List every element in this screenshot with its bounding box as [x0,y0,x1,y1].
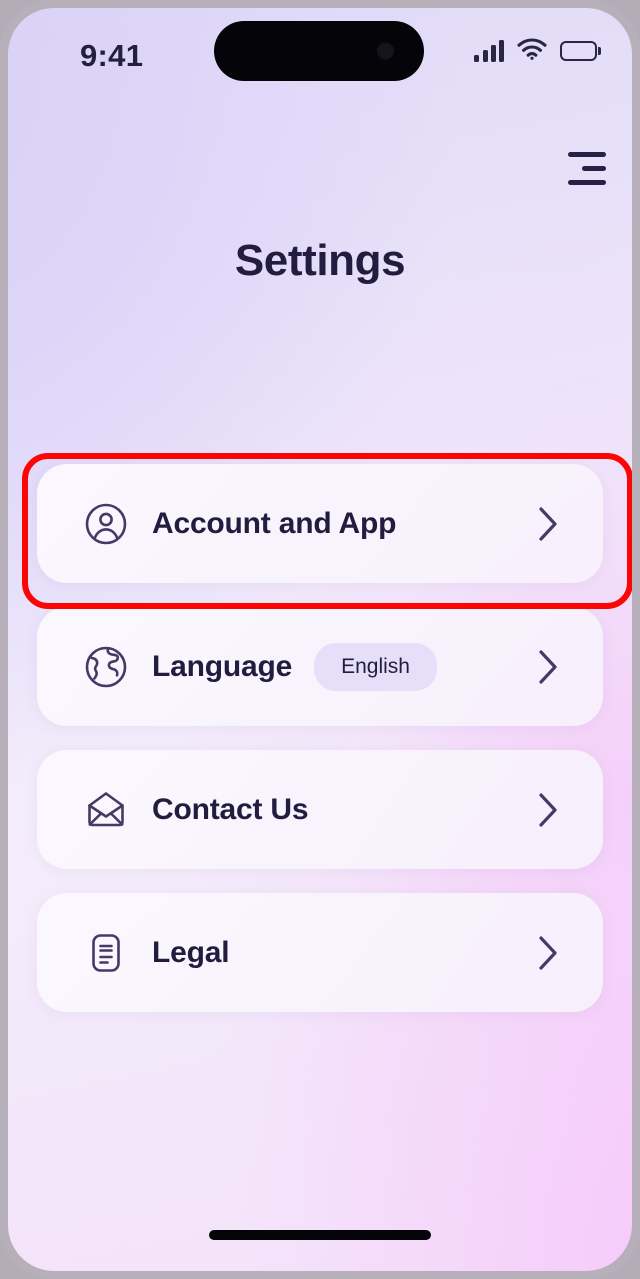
front-camera-icon [377,42,394,60]
settings-item-account-and-app[interactable]: Account and App [37,464,603,583]
chevron-right-icon[interactable] [535,504,561,544]
user-circle-icon [83,501,129,547]
hamburger-menu-icon[interactable] [558,146,606,190]
phone-frame: 9:41 Settings Account and App Language E… [0,0,640,1279]
document-lines-icon [83,930,129,976]
chevron-right-icon[interactable] [535,647,561,687]
phone-screen: 9:41 Settings Account and App Language E… [8,8,632,1271]
settings-item-label: Account and App [152,506,397,540]
settings-item-language[interactable]: Language English [37,607,603,726]
settings-item-label: Language [152,649,293,683]
settings-item-contact-us[interactable]: Contact Us [37,750,603,869]
status-bar-time: 9:41 [80,38,144,73]
status-bar: 9:41 [8,8,632,94]
globe-icon [83,644,129,690]
wifi-icon [517,37,547,65]
settings-item-legal[interactable]: Legal [37,893,603,1012]
language-badge[interactable]: English [314,642,437,691]
chevron-right-icon[interactable] [535,790,561,830]
battery-full-icon [560,41,597,61]
settings-list: Account and App Language English Contact… [37,464,603,1036]
open-envelope-icon [83,787,129,833]
home-indicator [209,1230,431,1240]
page-title: Settings [234,236,406,285]
status-bar-icons [474,35,597,67]
dynamic-island [214,21,424,81]
settings-item-label: Legal [152,935,230,969]
chevron-right-icon[interactable] [535,933,561,973]
settings-item-label: Contact Us [152,792,309,826]
cellular-signal-icon [474,40,504,62]
